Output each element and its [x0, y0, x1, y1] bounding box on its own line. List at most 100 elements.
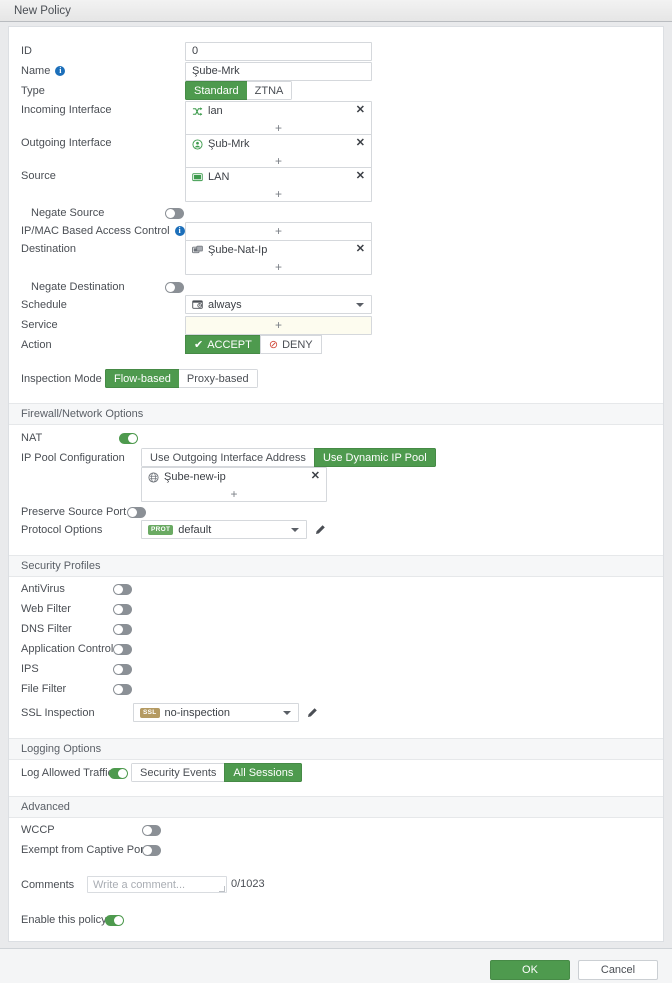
- inspection-mode-proxy-based[interactable]: Proxy-based: [178, 369, 258, 388]
- schedule-icon: [192, 299, 203, 310]
- log-mode-security-events[interactable]: Security Events: [131, 763, 225, 782]
- row-wccp: WCCP: [9, 820, 663, 840]
- ssl-badge: SSL: [140, 707, 160, 718]
- outgoing-interface-box: Şub-Mrk ✕ +: [185, 134, 372, 169]
- ok-button[interactable]: OK: [490, 960, 570, 980]
- label-destination: Destination: [21, 243, 77, 255]
- label-protocol-options: Protocol Options: [21, 524, 103, 536]
- row-preserve-source-port: Preserve Source Port: [9, 502, 663, 522]
- preserve-source-port-toggle[interactable]: [127, 507, 146, 518]
- ip-pool-option-outgoing-address[interactable]: Use Outgoing Interface Address: [141, 448, 314, 467]
- remove-icon[interactable]: ✕: [356, 138, 365, 149]
- label-negate-source: Negate Source: [31, 207, 105, 219]
- add-outgoing-interface-button[interactable]: +: [186, 153, 371, 168]
- wccp-toggle[interactable]: [142, 825, 161, 836]
- protocol-options-value: default: [178, 523, 212, 536]
- label-type: Type: [21, 85, 45, 97]
- action-accept-button[interactable]: ✔ ACCEPT: [185, 335, 260, 354]
- label-outgoing-interface: Outgoing Interface: [21, 137, 112, 149]
- web-filter-toggle[interactable]: [113, 604, 132, 615]
- add-ip-pool-button[interactable]: +: [142, 486, 326, 501]
- label-name: Name i: [21, 65, 66, 77]
- comments-input[interactable]: Write a comment...: [87, 876, 227, 893]
- list-item[interactable]: Şub-Mrk ✕: [186, 135, 371, 153]
- list-item[interactable]: Şube-new-ip ✕: [142, 468, 326, 486]
- log-mode-all-sessions[interactable]: All Sessions: [224, 763, 303, 782]
- pencil-icon[interactable]: [306, 707, 318, 719]
- cancel-button[interactable]: Cancel: [578, 960, 658, 980]
- row-service: Service +: [9, 315, 663, 335]
- label-comments: Comments: [21, 879, 75, 891]
- list-item[interactable]: lan ✕: [186, 102, 371, 120]
- pencil-icon[interactable]: [314, 524, 326, 536]
- label-preserve-source-port: Preserve Source Port: [21, 506, 127, 518]
- row-file-filter: File Filter: [9, 679, 663, 699]
- label-ipmac-access-control: IP/MAC Based Access Control i: [21, 225, 185, 237]
- comments-counter: 0/1023: [231, 878, 265, 890]
- label-enable-policy: Enable this policy: [21, 914, 107, 926]
- section-title: Logging Options: [21, 743, 102, 755]
- incoming-interface-box: lan ✕ +: [185, 101, 372, 136]
- antivirus-toggle[interactable]: [113, 584, 132, 595]
- row-type: Type Standard ZTNA: [9, 81, 663, 101]
- schedule-dropdown[interactable]: always: [185, 295, 372, 314]
- add-source-button[interactable]: +: [186, 186, 371, 201]
- type-option-ztna[interactable]: ZTNA: [246, 81, 293, 100]
- prot-badge: PROT: [148, 524, 174, 535]
- remove-icon[interactable]: ✕: [356, 171, 365, 182]
- add-destination-button[interactable]: +: [186, 259, 371, 274]
- label-ip-pool-configuration: IP Pool Configuration: [21, 452, 125, 464]
- row-negate-destination: Negate Destination: [9, 277, 663, 297]
- inspection-mode-flow-based[interactable]: Flow-based: [105, 369, 179, 388]
- ip-pool-option-dynamic-pool[interactable]: Use Dynamic IP Pool: [313, 448, 436, 467]
- exempt-captive-portal-toggle[interactable]: [142, 845, 161, 856]
- type-segmented-control: Standard ZTNA: [185, 81, 293, 100]
- ips-toggle[interactable]: [113, 664, 132, 675]
- label-source: Source: [21, 170, 56, 182]
- list-item-label: LAN: [208, 171, 230, 183]
- name-input[interactable]: Şube-Mrk: [185, 61, 372, 81]
- add-service-button[interactable]: +: [185, 315, 372, 335]
- log-allowed-traffic-toggle[interactable]: [109, 768, 128, 779]
- id-input[interactable]: 0: [185, 41, 372, 61]
- row-name: Name i Şube-Mrk: [9, 61, 663, 81]
- row-enable-policy: Enable this policy: [9, 910, 663, 930]
- action-deny-button[interactable]: ⊘ DENY: [259, 335, 322, 354]
- label-action: Action: [21, 339, 52, 351]
- chevron-down-icon: [283, 711, 291, 715]
- section-title: Advanced: [21, 801, 70, 813]
- ip-pool-icon: [148, 471, 159, 483]
- list-item[interactable]: Şube-Nat-Ip ✕: [186, 241, 371, 259]
- negate-source-toggle[interactable]: [165, 208, 184, 219]
- protocol-options-dropdown[interactable]: PROT default: [141, 520, 307, 539]
- add-incoming-interface-button[interactable]: +: [186, 120, 371, 135]
- label-inspection-mode: Inspection Mode: [21, 373, 102, 385]
- add-ipmac-button[interactable]: +: [185, 221, 372, 241]
- section-title: Firewall/Network Options: [21, 408, 144, 420]
- nat-toggle[interactable]: [119, 433, 138, 444]
- row-nat: NAT: [9, 428, 663, 448]
- negate-destination-toggle[interactable]: [165, 282, 184, 293]
- dns-filter-toggle[interactable]: [113, 624, 132, 635]
- info-icon[interactable]: i: [174, 226, 185, 236]
- file-filter-toggle[interactable]: [113, 684, 132, 695]
- info-icon[interactable]: i: [55, 66, 66, 76]
- enable-policy-toggle[interactable]: [105, 915, 124, 926]
- check-icon: ✔: [194, 339, 204, 351]
- tunnel-icon: [192, 138, 203, 150]
- row-ip-pool-configuration: IP Pool Configuration Use Outgoing Inter…: [9, 448, 663, 468]
- destination-box: Şube-Nat-Ip ✕ +: [185, 240, 372, 275]
- ssl-inspection-dropdown[interactable]: SSL no-inspection: [133, 703, 299, 722]
- remove-icon[interactable]: ✕: [356, 244, 365, 255]
- address-group-icon: [192, 245, 203, 256]
- resize-grip-icon[interactable]: [219, 886, 225, 892]
- row-exempt-captive-portal: Exempt from Captive Portal: [9, 840, 663, 860]
- list-item[interactable]: LAN ✕: [186, 168, 371, 186]
- application-control-toggle[interactable]: [113, 644, 132, 655]
- label-schedule: Schedule: [21, 299, 67, 311]
- remove-icon[interactable]: ✕: [311, 471, 320, 482]
- row-negate-source: Negate Source: [9, 203, 663, 223]
- type-option-standard[interactable]: Standard: [185, 81, 247, 100]
- row-ipmac-access-control: IP/MAC Based Access Control i +: [9, 221, 663, 241]
- remove-icon[interactable]: ✕: [356, 105, 365, 116]
